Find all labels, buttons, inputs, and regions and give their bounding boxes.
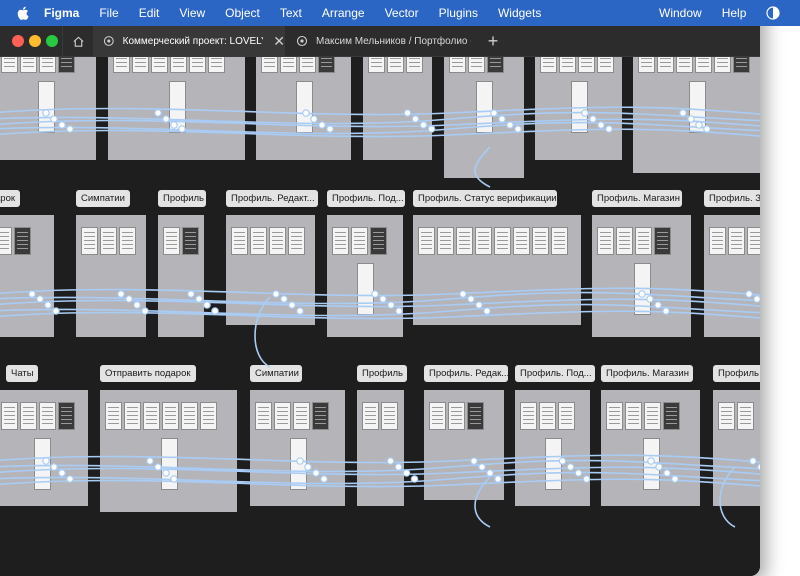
menu-edit[interactable]: Edit [139, 6, 160, 20]
menu-text[interactable]: Text [280, 6, 302, 20]
menu-bar: Figma File Edit View Object Text Arrange… [0, 0, 800, 26]
apple-icon[interactable] [16, 5, 30, 21]
menu-plugins[interactable]: Plugins [439, 6, 478, 20]
control-center-icon[interactable] [766, 6, 780, 20]
menu-vector[interactable]: Vector [385, 6, 419, 20]
menu-window[interactable]: Window [659, 6, 702, 20]
menu-app-name[interactable]: Figma [44, 6, 79, 20]
menu-arrange[interactable]: Arrange [322, 6, 365, 20]
menu-widgets[interactable]: Widgets [498, 6, 541, 20]
menu-file[interactable]: File [99, 6, 118, 20]
menu-help[interactable]: Help [722, 6, 747, 20]
menu-object[interactable]: Object [225, 6, 260, 20]
menu-view[interactable]: View [179, 6, 205, 20]
